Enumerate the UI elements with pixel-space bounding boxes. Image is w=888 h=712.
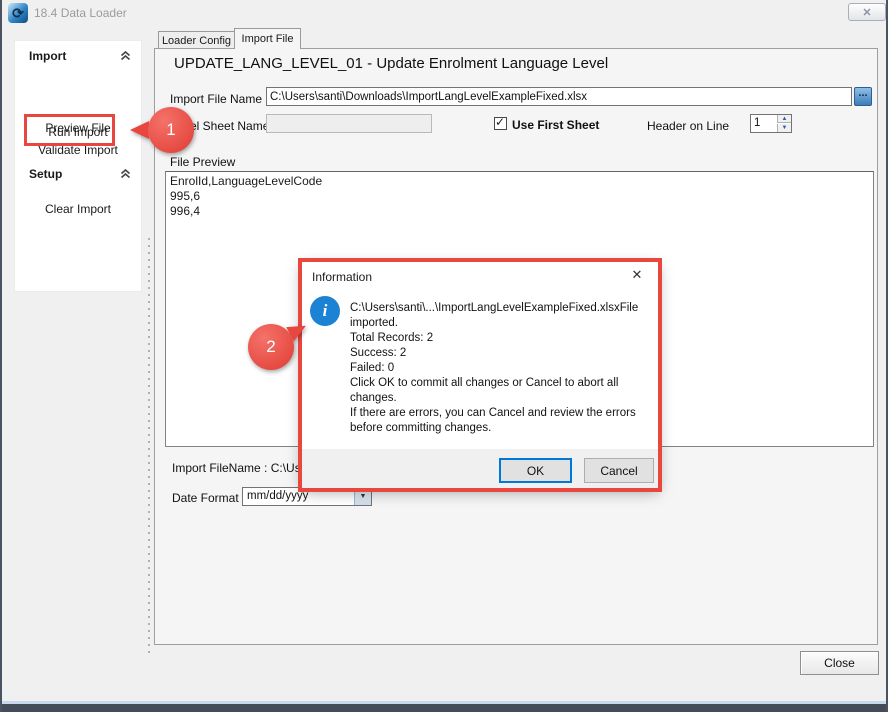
callout-number: 1 — [148, 107, 194, 153]
import-file-name-label: Import File Name — [170, 92, 262, 106]
use-first-sheet-checkbox[interactable]: ✓ — [494, 117, 507, 130]
sidebar-group-import-label: Import — [29, 49, 66, 63]
sidebar-splitter[interactable] — [148, 238, 150, 658]
import-filename-status: Import FileName : C:\User — [172, 461, 311, 475]
collapse-chevron-icon — [120, 51, 131, 61]
title-bar: ⟳ 18.4 Data Loader ✕ — [2, 0, 886, 26]
sidebar-group-setup-header[interactable]: Setup — [15, 163, 141, 185]
spinner-down-button[interactable]: ▼ — [777, 124, 791, 132]
page-title: UPDATE_LANG_LEVEL_01 - Update Enrolment … — [174, 55, 608, 72]
app-window: ⟳ 18.4 Data Loader ✕ Import Preview File… — [0, 0, 888, 712]
chevron-down-icon: ▼ — [360, 493, 367, 500]
file-preview-label: File Preview — [170, 155, 235, 169]
spinner-up-button[interactable]: ▲ — [777, 115, 791, 123]
check-icon: ✓ — [495, 115, 505, 129]
window-title: 18.4 Data Loader — [34, 6, 127, 20]
close-button[interactable]: Close — [800, 651, 879, 675]
close-icon: ✕ — [862, 6, 871, 19]
sidebar-group-setup-label: Setup — [29, 167, 62, 181]
collapse-chevron-icon — [120, 169, 131, 179]
annotation-red-frame-dialog — [298, 258, 662, 492]
date-format-label: Date Format — [172, 491, 239, 505]
browse-button[interactable]: ... — [854, 87, 872, 106]
callout-number: 2 — [248, 324, 294, 370]
sidebar: Import Preview File Validate Import Run … — [14, 40, 142, 292]
ellipsis-icon: ... — [858, 88, 867, 98]
header-on-line-spinner[interactable]: 1 ▲ ▼ — [750, 114, 792, 133]
spinner-up-icon: ▲ — [782, 116, 788, 122]
window-close-button[interactable]: ✕ — [848, 3, 886, 21]
header-on-line-label: Header on Line — [647, 119, 729, 133]
app-logo-icon: ⟳ — [8, 3, 28, 23]
annotation-callout-1: 1 — [128, 106, 194, 154]
sidebar-group-import-header[interactable]: Import — [15, 45, 141, 67]
callout-tip — [130, 121, 149, 139]
tab-import-file[interactable]: Import File — [234, 28, 301, 49]
excel-sheet-name-input — [266, 114, 432, 133]
window-bottom-border — [2, 704, 886, 712]
annotation-red-frame-run-import — [24, 114, 115, 146]
import-file-name-input[interactable] — [266, 87, 852, 106]
annotation-callout-2: 2 — [248, 316, 304, 370]
spinner-down-icon: ▼ — [782, 125, 788, 131]
use-first-sheet-label: Use First Sheet — [512, 118, 599, 132]
tab-loader-config[interactable]: Loader Config — [158, 31, 235, 49]
header-on-line-value: 1 — [754, 117, 760, 129]
sidebar-item-clear-import[interactable]: Clear Import — [15, 202, 141, 216]
